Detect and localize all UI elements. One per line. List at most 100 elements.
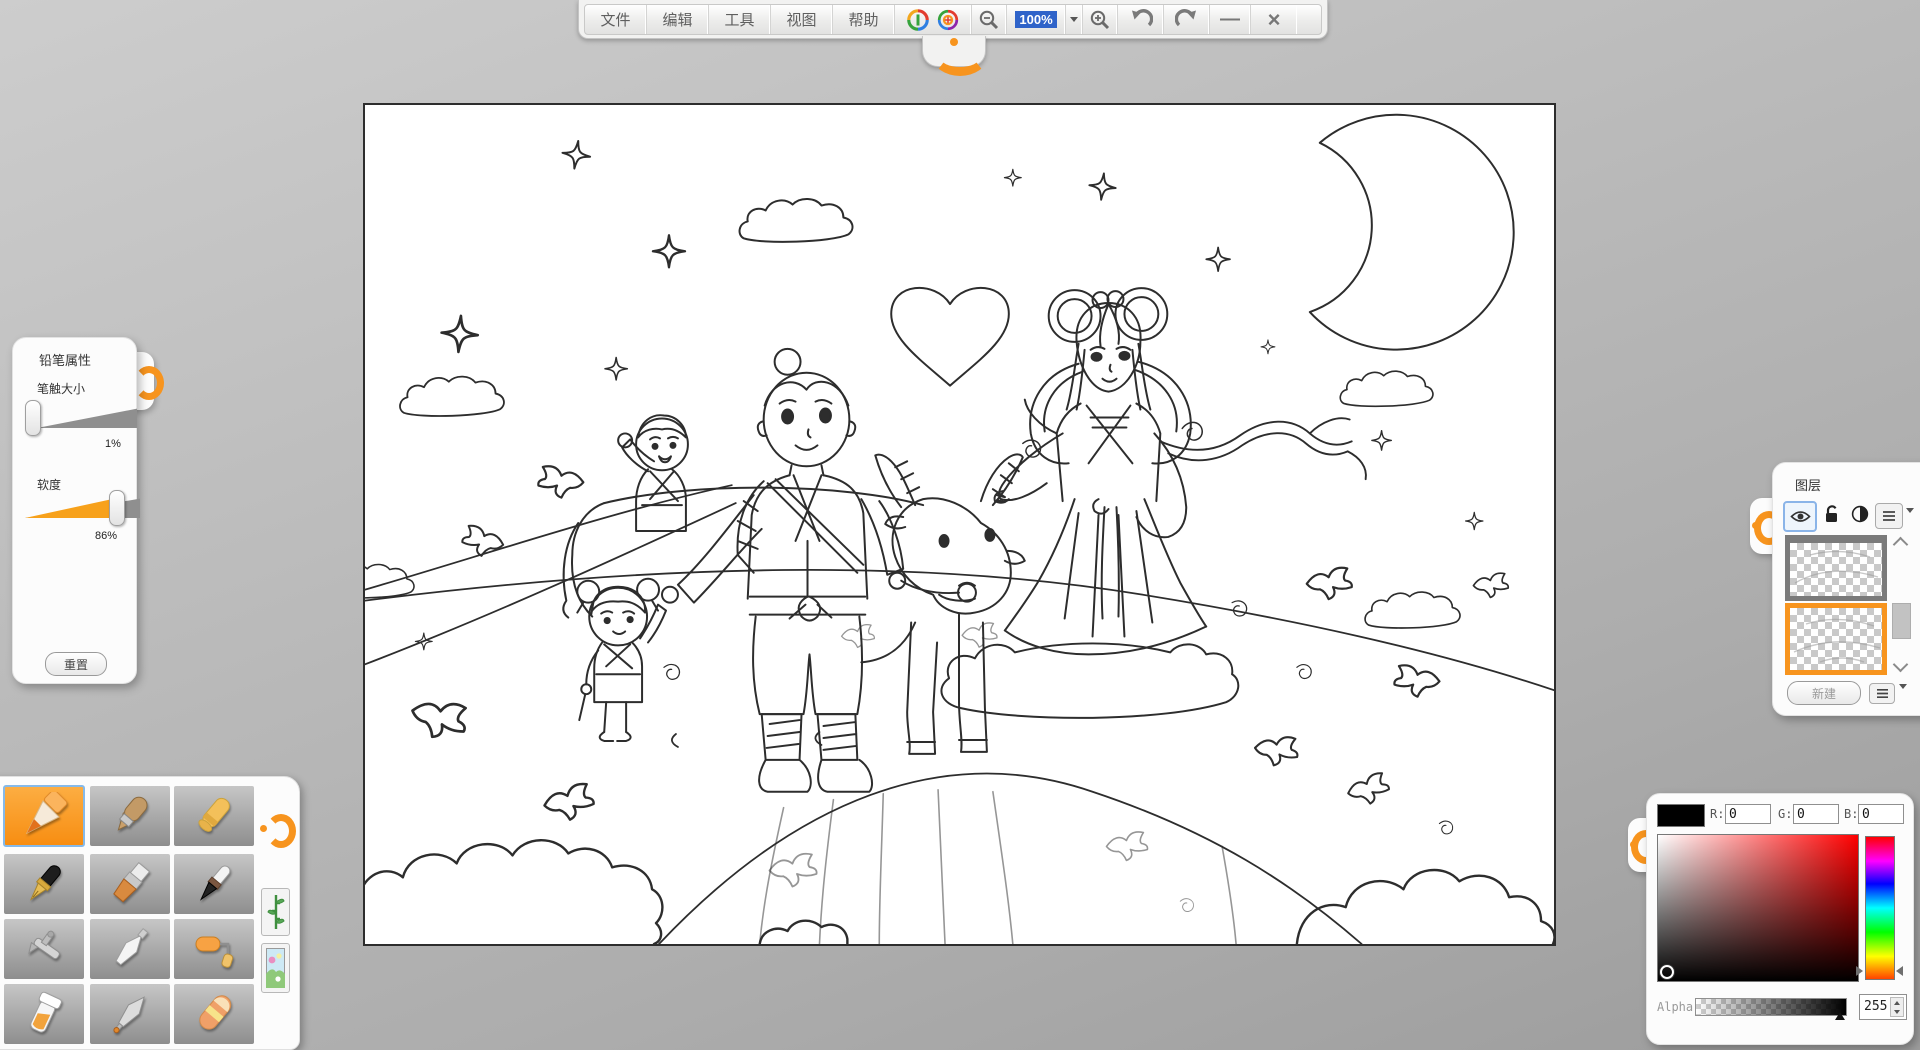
alpha-marker[interactable] <box>1835 1012 1845 1020</box>
red-field[interactable] <box>1725 804 1771 824</box>
tool-paint-jar[interactable] <box>4 984 84 1044</box>
layer-2-sketch <box>1790 608 1882 670</box>
spinner-up-icon <box>1894 1001 1900 1005</box>
blue-field[interactable] <box>1858 804 1904 824</box>
current-color-swatch[interactable] <box>1657 804 1705 827</box>
drawing-canvas[interactable] <box>363 103 1556 946</box>
layer-blend-button[interactable] <box>1851 505 1869 528</box>
redo-button[interactable] <box>1164 5 1210 34</box>
app-logo-buttons[interactable] <box>895 5 972 34</box>
magpie-birds <box>407 466 1509 822</box>
crescent-moon <box>1310 115 1514 350</box>
line-art-drawing <box>365 105 1554 944</box>
tool-paint-roller[interactable] <box>174 919 254 979</box>
layer-2-thumbnail[interactable] <box>1785 603 1887 675</box>
ink-brush-icon <box>190 860 238 908</box>
tool-fountain-pen[interactable] <box>4 854 84 914</box>
airbrush-icon <box>20 925 68 973</box>
brush-size-label: 笔触大小 <box>37 380 85 397</box>
undo-button[interactable] <box>1118 5 1164 34</box>
layer-lock-button[interactable] <box>1823 504 1840 529</box>
layers-scrollbar-thumb[interactable] <box>1892 603 1911 639</box>
brush-size-track[interactable] <box>37 406 137 428</box>
layer-1-thumbnail[interactable] <box>1785 535 1887 601</box>
hue-marker-left[interactable] <box>1856 966 1863 976</box>
reset-button[interactable]: 重置 <box>45 652 107 676</box>
menu-edit[interactable]: 编辑 <box>647 5 709 34</box>
alpha-value-box[interactable]: 255 <box>1859 994 1907 1020</box>
palette-collapse-handle[interactable] <box>255 803 289 855</box>
menu-help[interactable]: 帮助 <box>833 5 895 34</box>
cloud-banks <box>365 840 1554 944</box>
bamboo-template-button[interactable] <box>261 888 290 936</box>
zoom-level-field[interactable]: 100% <box>1007 5 1066 34</box>
magnifier-plus-icon <box>1089 9 1111 31</box>
boy-on-ox <box>618 415 688 531</box>
contrast-icon <box>1851 505 1869 523</box>
menu-tools[interactable]: 工具 <box>709 5 771 34</box>
tool-palette-knife[interactable] <box>90 919 170 979</box>
pencil-tip-icon <box>16 792 72 840</box>
hue-bar[interactable] <box>1865 836 1895 980</box>
chevron-down-icon <box>1070 17 1078 22</box>
layers-scroll-up[interactable] <box>1895 539 1906 550</box>
menu-view[interactable]: 视图 <box>771 5 833 34</box>
tool-airbrush[interactable] <box>4 919 84 979</box>
close-button[interactable]: × <box>1251 5 1297 34</box>
eraser-icon <box>190 990 238 1038</box>
alpha-label: Alpha <box>1657 1000 1693 1014</box>
paint-jar-icon <box>20 990 68 1038</box>
close-icon: × <box>1268 7 1281 33</box>
girl-holding-hand <box>577 579 666 741</box>
layers-scroll-down[interactable] <box>1895 659 1906 670</box>
zoom-in-button[interactable] <box>1083 5 1118 34</box>
picture-template-button[interactable] <box>261 943 290 993</box>
tool-palette <box>0 776 300 1050</box>
green-field[interactable] <box>1793 804 1839 824</box>
layers-panel: 图层 <box>1772 462 1920 716</box>
wind-swirls <box>664 420 1453 834</box>
tool-wooden-pencil[interactable] <box>90 786 170 846</box>
tool-dropper-pastel[interactable] <box>90 984 170 1044</box>
toolbar-drag-handle[interactable] <box>922 36 986 67</box>
color-wheel-icon <box>906 8 930 32</box>
layer-options-caret[interactable] <box>1906 513 1914 531</box>
color-ring-icon <box>936 8 960 32</box>
menu-view-label: 视图 <box>786 9 816 30</box>
tool-crayon[interactable] <box>174 786 254 846</box>
softness-slider-handle[interactable] <box>109 490 125 526</box>
tool-pencil-tip[interactable] <box>4 786 84 846</box>
layers-menu-caret[interactable] <box>1899 689 1907 707</box>
zoom-out-button[interactable] <box>972 5 1007 34</box>
layer-visibility-button[interactable] <box>1783 501 1817 532</box>
minimize-button[interactable]: — <box>1210 5 1251 34</box>
color-picker-panel: R: G: B: Alpha 255 <box>1646 793 1914 1045</box>
green-label: G: <box>1778 807 1792 821</box>
saturation-value-box[interactable] <box>1657 834 1859 982</box>
layers-menu-button[interactable] <box>1869 683 1895 704</box>
palette-knife-icon <box>106 925 154 973</box>
pencil-properties-panel: 铅笔属性 笔触大小 1% 软度 86% 重置 <box>12 337 137 684</box>
unlock-icon <box>1823 504 1840 524</box>
tool-flat-brush[interactable] <box>90 854 170 914</box>
menu-file[interactable]: 文件 <box>585 5 647 34</box>
undo-arrow-icon <box>1129 9 1153 31</box>
hue-marker-right[interactable] <box>1896 966 1903 976</box>
crayon-icon <box>190 792 238 840</box>
paint-roller-icon <box>190 925 238 973</box>
tool-eraser[interactable] <box>174 984 254 1044</box>
red-label: R: <box>1710 807 1724 821</box>
chevron-down-icon <box>1893 657 1909 673</box>
brush-size-slider-handle[interactable] <box>25 400 41 436</box>
new-layer-label: 新建 <box>1812 685 1836 702</box>
layer-options-button[interactable] <box>1875 503 1903 529</box>
top-toolbar: 文件 编辑 工具 视图 帮助 <box>578 0 1328 39</box>
alpha-slider[interactable] <box>1695 998 1847 1016</box>
zoom-level-dropdown[interactable] <box>1066 5 1083 34</box>
layers-panel-title: 图层 <box>1795 475 1821 494</box>
blue-label: B: <box>1844 807 1858 821</box>
tool-ink-brush[interactable] <box>174 854 254 914</box>
alpha-spinner[interactable] <box>1890 997 1904 1017</box>
new-layer-button[interactable]: 新建 <box>1787 681 1861 705</box>
minimize-icon: — <box>1220 8 1240 31</box>
